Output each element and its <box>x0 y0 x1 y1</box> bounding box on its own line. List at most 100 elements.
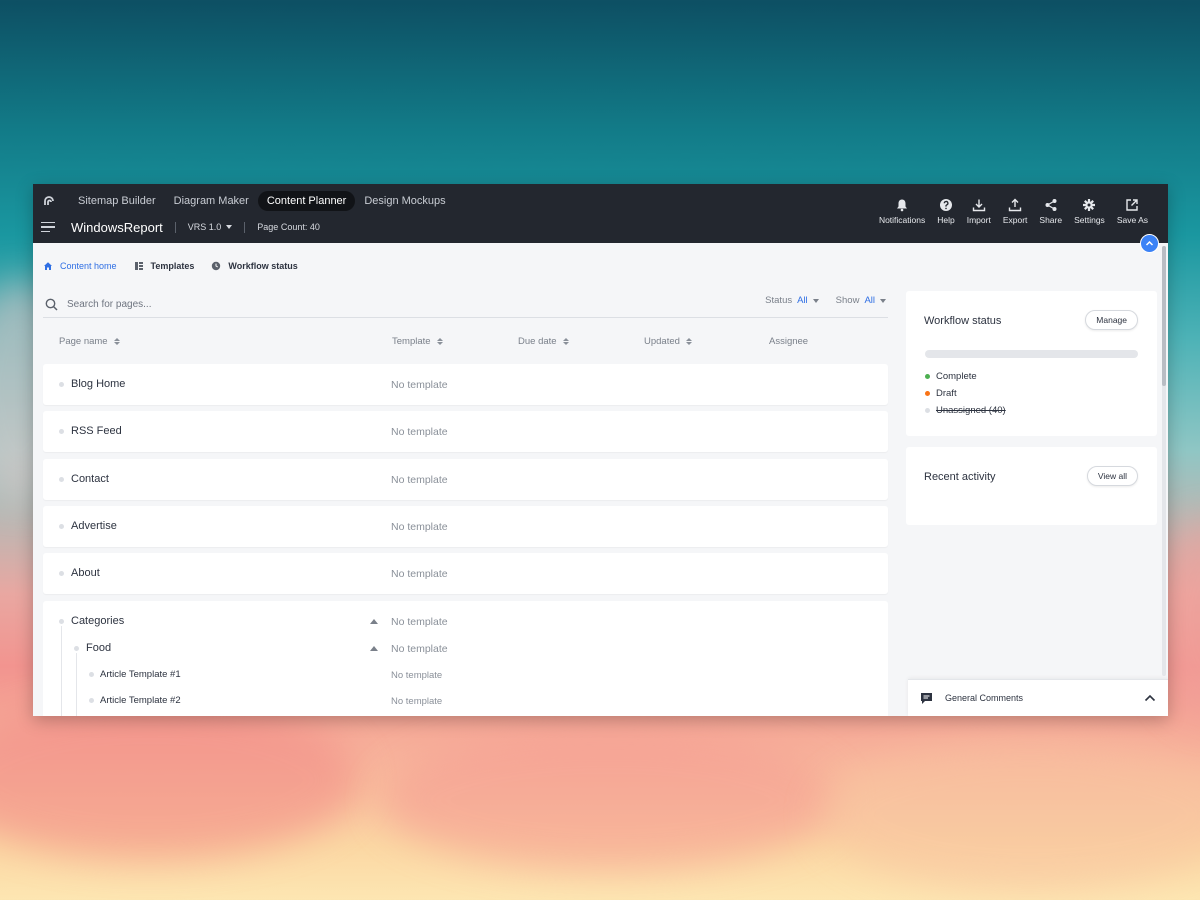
show-filter[interactable]: Show All <box>836 295 886 306</box>
page-template: No template <box>391 616 448 628</box>
draft-dot <box>925 391 930 396</box>
status-filter-label: Status <box>765 295 793 306</box>
export-button[interactable]: Export <box>997 198 1034 225</box>
hamburger-menu-icon[interactable] <box>41 221 55 233</box>
page-template: No template <box>391 670 443 681</box>
sort-icon <box>562 338 569 345</box>
table-row[interactable]: Advertise No template <box>43 506 888 547</box>
sort-icon <box>685 338 692 345</box>
status-dot <box>59 619 64 624</box>
collapse-triangle-icon[interactable] <box>370 646 378 651</box>
column-assignee[interactable]: Assignee <box>769 336 808 347</box>
import-label: Import <box>966 215 991 225</box>
column-page-name[interactable]: Page name <box>59 336 120 347</box>
scrollbar-thumb[interactable] <box>1162 246 1166 386</box>
legend-label: Complete <box>936 371 977 382</box>
page-template: No template <box>391 426 448 438</box>
workflow-progress-bar <box>925 350 1138 358</box>
column-label: Page name <box>59 336 108 347</box>
show-filter-value: All <box>864 295 875 306</box>
table-row[interactable]: Contact No template <box>43 459 888 500</box>
tab-content-planner[interactable]: Content Planner <box>257 191 356 211</box>
recent-activity-panel: Recent activity View all <box>906 447 1157 525</box>
caret-down-icon <box>812 298 819 303</box>
filters: Status All Show All <box>765 295 886 306</box>
column-label: Template <box>392 336 431 347</box>
status-dot <box>59 524 64 529</box>
search-bar: Status All Show All <box>43 291 888 318</box>
tab-sitemap-builder[interactable]: Sitemap Builder <box>69 191 165 211</box>
search-input[interactable] <box>65 297 369 311</box>
import-icon <box>972 199 985 212</box>
sort-icon <box>436 338 443 345</box>
tree-line <box>76 653 77 716</box>
page-template: No template <box>391 474 448 486</box>
help-button[interactable]: Help <box>931 198 960 225</box>
home-icon <box>44 262 52 270</box>
save-as-button[interactable]: Save As <box>1111 198 1154 225</box>
legend-label: Unassigned (40) <box>936 405 1006 416</box>
page-name: RSS Feed <box>71 425 122 437</box>
breadcrumb-workflow-status[interactable]: Workflow status <box>211 261 298 271</box>
settings-button[interactable]: Settings <box>1068 198 1111 225</box>
import-button[interactable]: Import <box>961 198 997 225</box>
unassigned-dot <box>925 408 930 413</box>
status-dot <box>74 646 79 651</box>
page-name[interactable]: Article Template #2 <box>100 695 181 706</box>
version-dropdown[interactable]: VRS 1.0 <box>188 222 233 232</box>
manage-button[interactable]: Manage <box>1085 310 1138 330</box>
breadcrumb-label: Content home <box>60 261 117 271</box>
clock-icon <box>212 261 221 271</box>
tab-diagram-maker[interactable]: Diagram Maker <box>165 191 258 211</box>
logo-icon[interactable] <box>41 193 57 209</box>
page-name[interactable]: Food <box>86 642 111 654</box>
page-name: Blog Home <box>71 378 126 390</box>
toolbar: Notifications Help Import Export Share S… <box>873 198 1154 225</box>
page-name[interactable]: Article Template #1 <box>100 669 181 680</box>
status-dot <box>59 382 64 387</box>
collapse-header-button[interactable] <box>1140 234 1159 253</box>
project-name[interactable]: WindowsReport <box>71 220 163 235</box>
breadcrumb-label: Templates <box>150 261 195 271</box>
show-filter-label: Show <box>835 295 860 306</box>
table-row[interactable]: Blog Home No template <box>43 364 888 405</box>
page-name[interactable]: Categories <box>71 615 124 627</box>
project-row: WindowsReport VRS 1.0 Page Count: 40 <box>41 217 320 237</box>
share-button[interactable]: Share <box>1033 198 1068 225</box>
categories-group: Categories No template Food No template … <box>43 601 888 716</box>
view-all-button[interactable]: View all <box>1086 466 1138 486</box>
tab-design-mockups[interactable]: Design Mockups <box>355 191 454 211</box>
breadcrumb-templates[interactable]: Templates <box>134 261 195 271</box>
workflow-status-panel: Workflow status Manage Complete Draft Un… <box>906 291 1157 436</box>
column-label: Updated <box>644 336 680 347</box>
general-comments-bar[interactable]: General Comments <box>908 679 1168 716</box>
help-label: Help <box>937 215 955 225</box>
column-updated[interactable]: Updated <box>644 336 692 347</box>
status-dot <box>59 571 64 576</box>
status-filter-value: All <box>797 295 808 306</box>
notifications-button[interactable]: Notifications <box>873 198 931 225</box>
chevron-up-icon <box>1145 240 1154 246</box>
status-dot <box>59 477 64 482</box>
legend-label: Draft <box>936 388 957 399</box>
bell-icon <box>897 199 908 212</box>
status-filter[interactable]: Status All <box>765 295 819 306</box>
status-dot <box>59 429 64 434</box>
share-label: Share <box>1039 215 1063 225</box>
version-label: VRS 1.0 <box>187 222 222 232</box>
breadcrumb-content-home[interactable]: Content home <box>43 261 117 271</box>
table-row[interactable]: About No template <box>43 553 888 594</box>
column-template[interactable]: Template <box>392 336 443 347</box>
page-template: No template <box>391 379 448 391</box>
page-template: No template <box>391 521 448 533</box>
divider <box>174 221 176 233</box>
caret-down-icon <box>226 225 233 229</box>
chevron-up-icon <box>1144 694 1156 702</box>
column-due-date[interactable]: Due date <box>518 336 569 347</box>
divider <box>244 221 246 233</box>
tree-line <box>61 626 62 716</box>
column-label: Due date <box>518 336 557 347</box>
page-template: No template <box>391 696 443 707</box>
table-row[interactable]: RSS Feed No template <box>43 411 888 452</box>
collapse-triangle-icon[interactable] <box>370 619 378 624</box>
